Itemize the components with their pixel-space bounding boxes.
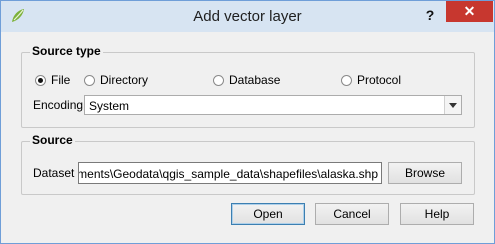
cancel-button[interactable]: Cancel <box>315 203 389 225</box>
context-help-button[interactable]: ? <box>419 5 441 25</box>
radio-directory[interactable]: Directory <box>84 73 148 87</box>
dialog-window: Add vector layer ? ✕ Source type File Di… <box>0 0 495 244</box>
radio-protocol[interactable]: Protocol <box>341 73 401 87</box>
source-title: Source <box>30 133 75 147</box>
radio-directory-label: Directory <box>100 73 149 87</box>
radio-protocol-indicator[interactable] <box>341 74 352 86</box>
help-button[interactable]: Help <box>400 203 474 225</box>
radio-file[interactable]: File <box>35 73 70 87</box>
source-type-group: Source type File Directory Database Prot… <box>21 44 475 128</box>
radio-database-label: Database <box>229 73 281 87</box>
radio-file-label: File <box>51 73 71 87</box>
radio-database-indicator[interactable] <box>213 74 224 86</box>
chevron-down-icon[interactable] <box>444 96 461 114</box>
radio-directory-indicator[interactable] <box>84 74 95 86</box>
close-button[interactable]: ✕ <box>446 1 493 22</box>
encoding-select[interactable]: System <box>84 95 462 115</box>
dataset-label: Dataset <box>33 166 75 180</box>
radio-protocol-label: Protocol <box>357 73 402 87</box>
radio-database[interactable]: Database <box>213 73 280 87</box>
source-group: Source Dataset \Documents\Geodata\qgis_s… <box>21 133 475 195</box>
title-bar[interactable]: Add vector layer ? ✕ <box>1 1 494 32</box>
dataset-input[interactable]: \Documents\Geodata\qgis_sample_data\shap… <box>78 162 382 184</box>
encoding-label: Encoding <box>33 98 84 112</box>
dataset-value: \Documents\Geodata\qgis_sample_data\shap… <box>78 167 378 181</box>
source-type-title: Source type <box>30 44 103 58</box>
radio-file-indicator[interactable] <box>35 74 46 86</box>
open-button[interactable]: Open <box>231 203 305 225</box>
browse-button[interactable]: Browse <box>388 162 462 184</box>
encoding-value: System <box>89 99 130 113</box>
